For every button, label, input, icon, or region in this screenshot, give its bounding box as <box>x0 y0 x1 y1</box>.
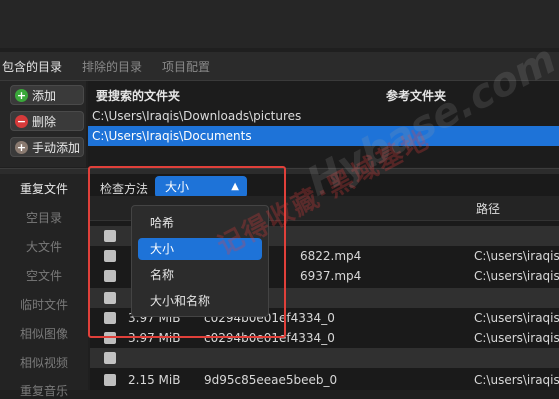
col-header-search-folder: 要搜索的文件夹 <box>96 89 181 103</box>
tab-project-config[interactable]: 项目配置 <box>162 58 210 75</box>
sidebar-item-duplicate-music[interactable]: 重复音乐 <box>0 382 88 399</box>
cell-path: C:\users\iraqis <box>474 269 559 283</box>
add-button[interactable]: + 添加 <box>10 85 84 105</box>
cell-path: C:\users\iraqis <box>474 331 559 345</box>
sidebar-item-similar-videos[interactable]: 相似视频 <box>0 354 88 371</box>
table-row[interactable]: 2.15 MiB 9d95c85eeae5beeb_0 C:\users\ira… <box>90 370 559 390</box>
delete-button-label: 删除 <box>32 114 57 129</box>
sidebar-item-big-files[interactable]: 大文件 <box>0 238 88 255</box>
tool-sidebar: 重复文件 空目录 大文件 空文件 临时文件 相似图像 相似视频 重复音乐 <box>0 174 88 398</box>
highlight-box <box>88 166 286 338</box>
cell-path: C:\users\iraqis <box>474 249 559 263</box>
cell-name: 9d95c85eeae5beeb_0 <box>204 373 338 387</box>
sidebar-item-temp-files[interactable]: 临时文件 <box>0 296 88 313</box>
dir-buttons-panel: + 添加 − 删除 + 手动添加 <box>0 81 86 167</box>
cell-size: 2.15 MiB <box>128 373 181 387</box>
tab-included-dirs[interactable]: 包含的目录 <box>0 52 71 82</box>
col-header-path: 路径 <box>476 202 501 216</box>
tab-excluded-dirs[interactable]: 排除的目录 <box>82 58 142 75</box>
dir-row-selected[interactable]: C:\Users\Iraqis\Documents <box>88 126 559 146</box>
manual-add-button-label: 手动添加 <box>32 140 81 155</box>
manual-add-button[interactable]: + 手动添加 <box>10 137 84 157</box>
checkbox[interactable] <box>104 374 116 386</box>
minus-icon: − <box>15 114 28 128</box>
sidebar-item-similar-images[interactable]: 相似图像 <box>0 325 88 342</box>
cell-name: 6937.mp4 <box>300 269 362 283</box>
group-row <box>90 348 559 368</box>
sidebar-item-duplicates[interactable]: 重复文件 <box>0 180 88 197</box>
plus-circle-icon: + <box>15 140 28 154</box>
delete-button[interactable]: − 删除 <box>10 111 84 131</box>
cell-name: 6822.mp4 <box>300 249 362 263</box>
title-bar <box>0 0 559 48</box>
cell-path: C:\users\iraqis <box>474 311 559 325</box>
cell-path: C:\users\iraqis <box>474 373 559 387</box>
sidebar-item-empty-files[interactable]: 空文件 <box>0 267 88 284</box>
add-button-label: 添加 <box>32 88 57 103</box>
checkbox[interactable] <box>104 352 116 364</box>
plus-icon: + <box>15 88 28 102</box>
sidebar-item-empty-dirs[interactable]: 空目录 <box>0 209 88 226</box>
